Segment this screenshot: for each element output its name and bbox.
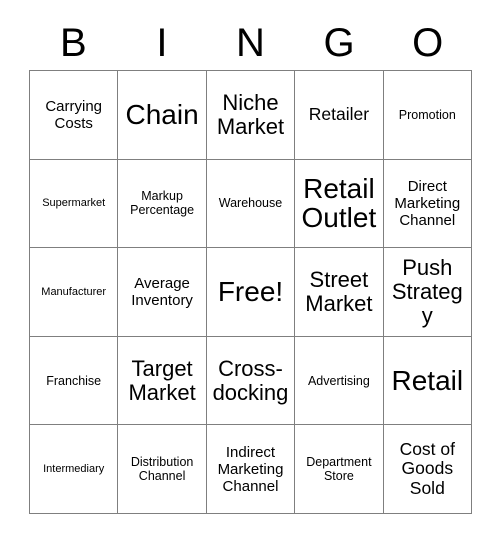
bingo-header-letter-b: B xyxy=(59,21,87,65)
bingo-cell-label: Carrying Costs xyxy=(45,97,103,132)
bingo-cell-n1[interactable]: Niche Market xyxy=(206,71,296,160)
bingo-cell-label: Retailer xyxy=(308,104,370,124)
bingo-header-letter-n: N xyxy=(236,21,265,65)
bingo-cell-n5[interactable]: Indirect Marketing Channel xyxy=(206,425,296,514)
bingo-cell-label: Retail Outlet xyxy=(301,173,377,234)
bingo-header-letter-o: O xyxy=(412,21,444,65)
bingo-cell-b1[interactable]: Carrying Costs xyxy=(30,71,119,160)
bingo-cell-g3[interactable]: Street Market xyxy=(295,248,384,337)
bingo-cell-i4[interactable]: Target Market xyxy=(118,336,207,426)
bingo-cell-b2[interactable]: Supermarket xyxy=(30,159,119,249)
bingo-cell-label: Street Market xyxy=(305,267,373,316)
bingo-cell-label: Distribution Channel xyxy=(130,455,194,484)
bingo-free-space-label: Free! xyxy=(217,276,284,308)
bingo-cell-label: Markup Percentage xyxy=(130,189,195,218)
bingo-cell-i5[interactable]: Distribution Channel xyxy=(118,425,207,514)
bingo-cell-label: Chain xyxy=(125,99,199,131)
bingo-cell-o2[interactable]: Direct Marketing Channel xyxy=(383,159,472,249)
bingo-cell-g1[interactable]: Retailer xyxy=(295,71,384,160)
bingo-header-row: B I N G O xyxy=(29,18,472,68)
bingo-cell-g4[interactable]: Advertising xyxy=(295,336,384,426)
bingo-cell-i1[interactable]: Chain xyxy=(118,71,207,160)
bingo-grid: Carrying Costs Chain Niche Market Retail… xyxy=(29,70,472,514)
bingo-header-letter-i: I xyxy=(156,21,168,65)
bingo-cell-o1[interactable]: Promotion xyxy=(383,71,472,160)
bingo-cell-label: Supermarket xyxy=(42,197,106,210)
bingo-cell-g5[interactable]: Department Store xyxy=(295,425,384,514)
bingo-cell-label: Warehouse xyxy=(218,196,283,211)
bingo-cell-n4[interactable]: Cross-docking xyxy=(206,336,296,426)
bingo-cell-label: Intermediary xyxy=(43,463,105,476)
bingo-cell-label: Manufacturer xyxy=(41,285,107,298)
bingo-cell-b5[interactable]: Intermediary xyxy=(30,425,119,514)
bingo-cell-label: Promotion xyxy=(398,107,456,122)
bingo-cell-label: Advertising xyxy=(307,373,370,388)
bingo-cell-label: Target Market xyxy=(128,355,196,405)
bingo-cell-b4[interactable]: Franchise xyxy=(30,336,119,426)
bingo-cell-label: Cross-docking xyxy=(212,355,289,405)
bingo-cell-o5[interactable]: Cost of Goods Sold xyxy=(383,425,472,514)
bingo-cell-label: Average Inventory xyxy=(131,274,193,309)
bingo-cell-free-space[interactable]: Free! xyxy=(206,248,296,337)
bingo-cell-label: Department Store xyxy=(306,455,372,484)
bingo-cell-label: Push Strategy xyxy=(391,255,463,328)
bingo-cell-i3[interactable]: Average Inventory xyxy=(118,248,207,337)
bingo-cell-label: Niche Market xyxy=(216,90,285,139)
bingo-cell-b3[interactable]: Manufacturer xyxy=(30,248,119,337)
bingo-cell-label: Retail xyxy=(391,365,464,397)
bingo-cell-g2[interactable]: Retail Outlet xyxy=(295,159,384,249)
bingo-cell-label: Franchise xyxy=(46,373,102,388)
bingo-card: B I N G O Carrying Costs Chain Niche Mar… xyxy=(0,0,500,544)
bingo-cell-label: Indirect Marketing Channel xyxy=(217,443,284,495)
bingo-cell-i2[interactable]: Markup Percentage xyxy=(118,159,207,249)
bingo-cell-label: Direct Marketing Channel xyxy=(394,177,461,229)
bingo-cell-o3[interactable]: Push Strategy xyxy=(383,248,472,337)
bingo-cell-label: Cost of Goods Sold xyxy=(399,438,456,498)
bingo-cell-n2[interactable]: Warehouse xyxy=(206,159,296,249)
bingo-cell-o4[interactable]: Retail xyxy=(383,336,472,426)
bingo-header-letter-g: G xyxy=(323,21,355,65)
